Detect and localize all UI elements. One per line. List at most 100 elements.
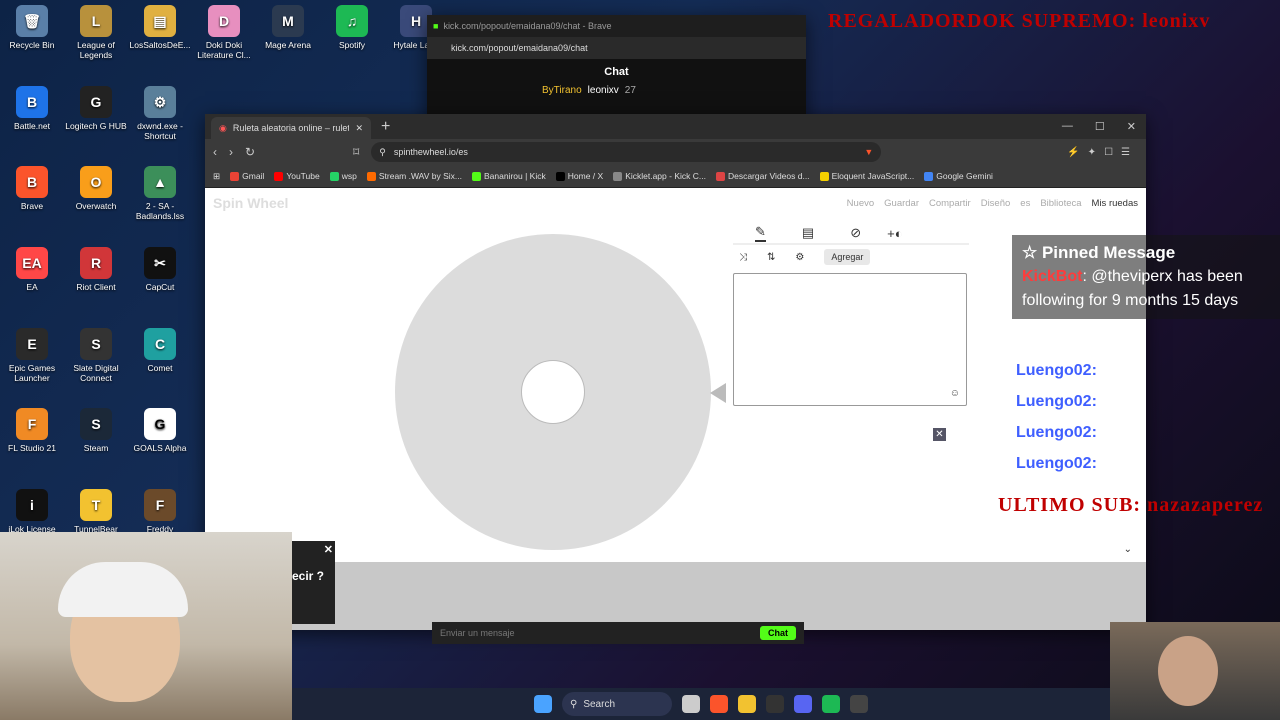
desktop-icon[interactable]: M Mage Arena	[256, 5, 320, 50]
ad-popup[interactable]: ✕ ecir ?	[292, 541, 335, 624]
desktop-icon[interactable]: S Steam	[64, 408, 128, 453]
desktop-icon[interactable]: O Overwatch	[64, 166, 128, 211]
desktop-icon[interactable]: R Riot Client	[64, 247, 128, 292]
bookmark-item[interactable]: Google Gemini	[924, 171, 993, 181]
kick-chat-window[interactable]: ■ kick.com/popout/emaidana09/chat - Brave…	[427, 15, 806, 130]
start-icon[interactable]	[534, 695, 552, 713]
bookmark-item[interactable]: Descargar Videos d...	[715, 171, 810, 181]
folder-icon[interactable]	[738, 695, 756, 713]
spotify-icon[interactable]	[822, 695, 840, 713]
bookmark-item[interactable]: Stream .WAV by Six...	[366, 171, 462, 181]
site-info-icon[interactable]: ⚲	[379, 147, 386, 158]
bookmark-item[interactable]: Kicklet.app - Kick C...	[613, 171, 706, 181]
new-tab-button[interactable]: +	[381, 118, 390, 136]
brave-icon[interactable]	[710, 695, 728, 713]
desktop-icon[interactable]: F FL Studio 21	[0, 408, 64, 453]
back-icon[interactable]: ‹	[213, 145, 217, 159]
desktop-icon[interactable]: ▲ 2 - SA - Badlands.lss	[128, 166, 192, 221]
desktop-icon[interactable]: B Battle.net	[0, 86, 64, 131]
color-wheel-icon[interactable]: +◐	[887, 226, 902, 241]
desktop-icon[interactable]: L League of Legends	[64, 5, 128, 60]
desktop-icon[interactable]: G GOALS Alpha	[128, 408, 192, 453]
nav-nuevo[interactable]: Nuevo	[847, 198, 874, 209]
minimize-icon[interactable]: —	[1062, 120, 1073, 133]
edit-icon[interactable]: ✎	[755, 224, 766, 242]
apps-icon[interactable]: ⊞	[213, 171, 220, 182]
site-logo[interactable]: Spin Wheel	[213, 195, 288, 211]
app-icon: T	[80, 489, 112, 521]
bookmark-item[interactable]: Eloquent JavaScript...	[819, 171, 914, 181]
brave-shield-icon[interactable]: ▼	[864, 147, 873, 157]
entries-textarea[interactable]: ☺	[733, 273, 967, 406]
kick-address-bar[interactable]: kick.com/popout/emaidana09/chat	[427, 37, 806, 59]
chat-input[interactable]: Enviar un mensaje	[440, 628, 515, 638]
nav-biblioteca[interactable]: Biblioteca	[1040, 198, 1081, 209]
desktop-icon[interactable]: G Logitech G HUB	[64, 86, 128, 131]
nav-language[interactable]: es	[1020, 198, 1030, 209]
bookmark-item[interactable]: Gmail	[230, 171, 264, 181]
extensions-icon[interactable]: ⚡✦☐☰	[1067, 147, 1138, 158]
app-icon[interactable]	[682, 695, 700, 713]
kick-titlebar[interactable]: ■ kick.com/popout/emaidana09/chat - Brave	[427, 15, 806, 37]
desktop-icon[interactable]: D Doki Doki Literature Cl...	[192, 5, 256, 60]
settings-icon[interactable]: ⚙	[795, 252, 804, 263]
close-ad-icon[interactable]: ✕	[933, 428, 946, 441]
bookmark-label: wsp	[341, 171, 357, 181]
desktop-icon[interactable]: T TunnelBear	[64, 489, 128, 534]
browser-window[interactable]: ◉ Ruleta aleatoria online – ruleta d ✕ + —…	[205, 114, 1146, 630]
desktop-icon[interactable]: S Slate Digital Connect	[64, 328, 128, 383]
app-icon[interactable]	[850, 695, 868, 713]
hide-icon[interactable]: ⊘	[850, 225, 861, 241]
chat-send-button[interactable]: Chat	[760, 626, 796, 640]
address-bar[interactable]: ⚲ spinthewheel.io/es ▼	[371, 142, 882, 162]
app-icon: F	[16, 408, 48, 440]
desktop-icon[interactable]: ▤ LosSaltosDeE...	[128, 5, 192, 50]
reload-icon[interactable]: ↻	[245, 145, 255, 159]
kickbot-name: KickBot	[1022, 268, 1083, 285]
forward-icon[interactable]: ›	[229, 145, 233, 159]
desktop-icon[interactable]: E Epic Games Launcher	[0, 328, 64, 383]
tab-ruleta[interactable]: ◉ Ruleta aleatoria online – ruleta d ✕	[211, 117, 371, 139]
bookmark-item[interactable]: wsp	[329, 171, 357, 181]
taskbar-search[interactable]: ⚲ Search	[562, 692, 672, 716]
desktop-icon-label: Recycle Bin	[9, 40, 55, 50]
nav-guardar[interactable]: Guardar	[884, 198, 919, 209]
bookmark-item[interactable]: YouTube	[274, 171, 320, 181]
bookmark-item[interactable]: Home / X	[555, 171, 604, 181]
nav-diseno[interactable]: Diseño	[981, 198, 1011, 209]
close-tab-icon[interactable]: ✕	[355, 123, 363, 134]
close-icon[interactable]: ✕	[324, 543, 333, 556]
my-wheels-button[interactable]: Mis ruedas	[1092, 198, 1138, 209]
clipboard-icon[interactable]: ▤	[802, 225, 814, 241]
epic-icon[interactable]	[766, 695, 784, 713]
add-button[interactable]: Agregar	[824, 249, 871, 265]
desktop-icon[interactable]: 🗑 Recycle Bin	[0, 5, 64, 50]
desktop-icon[interactable]: B Brave	[0, 166, 64, 211]
bookmark-favicon-icon	[366, 171, 376, 181]
spin-wheel[interactable]	[395, 234, 711, 550]
bookmark-item[interactable]: Bananirou | Kick	[472, 171, 546, 181]
emoji-icon[interactable]: ☺	[950, 388, 960, 399]
app-icon: ✂	[144, 247, 176, 279]
discord-icon[interactable]	[794, 695, 812, 713]
sort-icon[interactable]: ⇅	[767, 252, 775, 263]
page-footer-area	[205, 562, 1146, 630]
desktop-icon-label: Spotify	[339, 40, 365, 50]
desktop-icon[interactable]: C Comet	[128, 328, 192, 373]
chevron-down-icon[interactable]: ⌄	[1124, 544, 1132, 555]
close-icon[interactable]: ✕	[1127, 120, 1136, 133]
shuffle-icon[interactable]: ⤨	[739, 252, 747, 263]
bookmark-label: Home / X	[567, 171, 604, 181]
nav-compartir[interactable]: Compartir	[929, 198, 971, 209]
desktop-icon[interactable]: EA EA	[0, 247, 64, 292]
desktop-icon[interactable]: ⚙ dxwnd.exe - Shortcut	[128, 86, 192, 141]
desktop-icon[interactable]: ♫ Spotify	[320, 5, 384, 50]
bookmark-icon[interactable]: ⌑	[353, 145, 359, 159]
face	[1158, 636, 1218, 706]
desktop-icon[interactable]: ✂ CapCut	[128, 247, 192, 292]
search-label: Search	[583, 698, 616, 710]
webcam-streamer	[0, 532, 292, 720]
desktop-icon[interactable]: i iLok License	[0, 489, 64, 534]
wheel-hub[interactable]	[521, 360, 585, 424]
maximize-icon[interactable]: ☐	[1095, 120, 1105, 133]
